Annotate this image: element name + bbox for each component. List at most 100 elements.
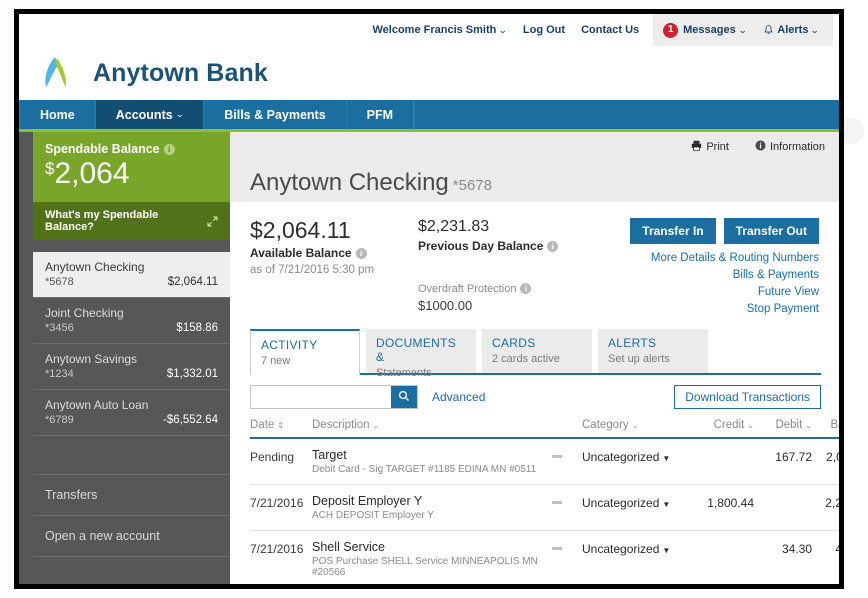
tab-alerts[interactable]: ALERTS Set up alerts (598, 329, 708, 373)
transactions-toolbar: Advanced Download Transactions (250, 385, 821, 409)
nav-item-home[interactable]: Home (19, 100, 96, 129)
whats-my-spendable-balance-link[interactable]: What's my Spendable Balance? (33, 202, 230, 240)
tab-subtitle: Set up alerts (608, 353, 670, 365)
transaction-title: Shell Service (312, 540, 385, 554)
column-header-date[interactable]: Date ⇕ (250, 419, 312, 439)
column-header-category[interactable]: Category ⌄ (582, 419, 690, 439)
info-icon[interactable]: i (547, 241, 559, 252)
link-future-view[interactable]: Future View (628, 286, 819, 298)
download-transactions-button[interactable]: Download Transactions (674, 385, 821, 409)
main-content: Print Information Anytown Checking*5678 (230, 132, 839, 584)
info-icon[interactable]: i (355, 248, 367, 260)
previous-day-balance-amount: $2,231.83 (418, 218, 490, 235)
account-balance: $2,064.11 (167, 276, 218, 288)
cell-balance: 431.39 (812, 530, 839, 584)
link-bills-payments[interactable]: Bills & Payments (628, 269, 819, 281)
tab-documents-statements[interactable]: DOCUMENTS & Statements (366, 329, 476, 379)
sidebar-left-strip (19, 132, 33, 584)
link-more-details-routing-numbers[interactable]: More Details & Routing Numbers (628, 252, 819, 264)
information-button[interactable]: Information (755, 140, 825, 154)
nav-item-pfm[interactable]: PFM (347, 100, 415, 129)
row-actions-ellipsis-icon[interactable]: ▬ (552, 530, 582, 584)
messages-menu[interactable]: Messages ⌄ (683, 24, 748, 36)
row-actions-ellipsis-icon[interactable]: ▬ (552, 484, 582, 531)
column-header-credit[interactable]: Credit ⌄ (690, 419, 754, 439)
column-header-description[interactable]: Description ⌄ (312, 419, 552, 439)
search-input[interactable] (251, 386, 391, 408)
table-header-row: Date ⇕ Description ⌄ Category ⌄ Credit ⌄ Deb… (250, 419, 839, 439)
cell-category[interactable]: Uncategorized ▼ (582, 438, 690, 485)
tab-activity[interactable]: ACTIVITY 7 new (250, 329, 360, 375)
tab-title: ACTIVITY (261, 338, 318, 352)
column-label-balance: Balance (830, 419, 839, 431)
account-detail-row: *5678 $2,064.11 (45, 276, 218, 288)
account-number: *6789 (45, 414, 74, 426)
overdraft-protection-label: Overdraft Protection (418, 283, 517, 295)
transfer-out-button[interactable]: Transfer Out (723, 218, 819, 244)
chevron-down-icon: ⌄ (631, 421, 639, 430)
log-out-link[interactable]: Log Out (523, 24, 565, 36)
sidebar-account-anytown-checking[interactable]: Anytown Checking *5678 $2,064.11 (33, 252, 230, 298)
welcome-user-menu[interactable]: Welcome Francis Smith ⌄ (372, 24, 508, 36)
overdraft-protection-caption: Overdraft Protection i (418, 283, 628, 295)
search-button[interactable] (391, 386, 417, 408)
transactions-table-head: Date ⇕ Description ⌄ Category ⌄ Credit ⌄ Deb… (250, 419, 839, 439)
caret-down-icon: ▼ (662, 546, 671, 555)
alerts-menu[interactable]: Alerts ⌄ (764, 24, 820, 36)
nav-item-bills-payments[interactable]: Bills & Payments (204, 100, 347, 129)
column-header-debit[interactable]: Debit ⌄ (754, 419, 812, 439)
previous-day-balance-label: Previous Day Balance (418, 239, 544, 253)
print-button[interactable]: Print (691, 140, 729, 154)
row-actions-ellipsis-icon[interactable]: ▬ (552, 438, 582, 485)
cell-balance: 2,064.11 (812, 438, 839, 485)
page-header-tools: Print Information (244, 137, 825, 157)
info-icon[interactable]: i (520, 283, 532, 294)
tab-subtitle: 7 new (261, 355, 291, 367)
tab-title: DOCUMENTS & (376, 336, 457, 364)
sidebar-account-anytown-savings[interactable]: Anytown Savings *1234 $1,332.01 (33, 344, 230, 390)
column-label-debit: Debit (775, 419, 803, 431)
chevron-down-icon: ⌄ (737, 25, 748, 35)
advanced-search-link[interactable]: Advanced (432, 390, 485, 404)
cell-description: Target Debit Card - Sig TARGET #1185 EDI… (312, 438, 552, 485)
transactions-table-body: Pending Target Debit Card - Sig TARGET #… (250, 438, 839, 584)
account-number: *3456 (45, 322, 74, 334)
cell-credit (690, 438, 754, 485)
transfer-in-button[interactable]: Transfer In (630, 218, 716, 244)
contact-us-link[interactable]: Contact Us (581, 24, 639, 36)
cell-description: Shell Service POS Purchase SHELL Service… (312, 530, 552, 584)
table-row[interactable]: Pending Target Debit Card - Sig TARGET #… (250, 438, 839, 485)
column-header-balance[interactable]: Balance (812, 419, 839, 439)
transaction-title: Target (312, 448, 347, 462)
print-label: Print (706, 141, 729, 153)
account-tabs: ACTIVITY 7 new DOCUMENTS & Statements CA… (250, 327, 821, 379)
cell-category[interactable]: Uncategorized ▼ (582, 484, 690, 531)
info-icon[interactable]: i (163, 144, 175, 155)
category-label: Uncategorized (582, 496, 660, 510)
cell-description: Deposit Employer Y ACH DEPOSIT Employer … (312, 484, 552, 531)
sidebar-account-joint-checking[interactable]: Joint Checking *3456 $158.86 (33, 298, 230, 344)
background-page-edge (838, 0, 868, 598)
nav-item-accounts[interactable]: Accounts ⌄ (95, 100, 205, 129)
column-label-description: Description (312, 419, 370, 431)
nav-label-pfm: PFM (366, 107, 394, 122)
previous-day-balance-block: $2,231.83 Previous Day Balance i Overdraf… (418, 218, 628, 315)
table-row[interactable]: 7/21/2016 Shell Service POS Purchase SHE… (250, 530, 839, 584)
cell-category[interactable]: Uncategorized ▼ (582, 530, 690, 584)
spendable-balance-card: Spendable Balance i $2,064 (33, 132, 230, 202)
tab-cards[interactable]: CARDS 2 cards active (482, 329, 592, 373)
account-name: Joint Checking (45, 306, 124, 320)
spendable-balance-amount: $2,064 (45, 159, 218, 189)
information-label: Information (769, 141, 825, 153)
sidebar-link-transfers[interactable]: Transfers (33, 474, 230, 516)
available-balance-amount: $2,064.11 (250, 217, 351, 243)
chevron-down-icon: ⌄ (498, 25, 508, 35)
sidebar-account-anytown-auto-loan[interactable]: Anytown Auto Loan *6789 -$6,552.64 (33, 390, 230, 436)
printer-icon (691, 140, 706, 154)
category-label: Uncategorized (582, 450, 660, 464)
sidebar-link-open-new-account[interactable]: Open a new account (33, 516, 230, 557)
screenshot-root: Welcome Francis Smith ⌄ Log Out Contact U… (0, 0, 868, 598)
spendable-balance-label-row: Spendable Balance i (45, 142, 218, 156)
link-stop-payment[interactable]: Stop Payment (628, 303, 819, 315)
table-row[interactable]: 7/21/2016 Deposit Employer Y ACH DEPOSIT… (250, 484, 839, 531)
